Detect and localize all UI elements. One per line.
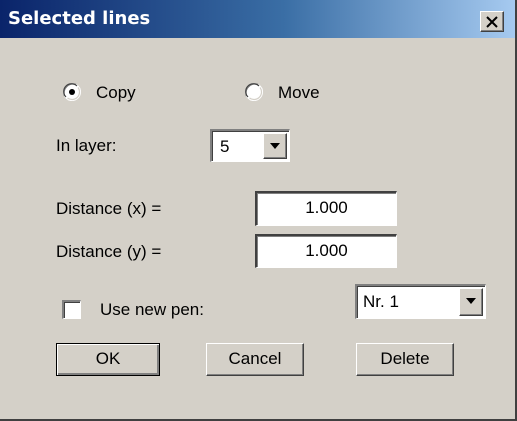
- ok-button[interactable]: OK: [56, 343, 160, 376]
- distance-y-field[interactable]: 1.000: [255, 234, 397, 268]
- layer-value: 5: [220, 137, 230, 156]
- chevron-down-icon: [270, 143, 280, 149]
- distance-y-label: Distance (y) =: [56, 242, 162, 261]
- distance-x-label: Distance (x) =: [56, 199, 162, 218]
- layer-dropdown-button[interactable]: [263, 133, 287, 159]
- selected-lines-dialog: Selected lines Copy Move In layer: 5 Dis…: [0, 0, 517, 421]
- copy-radio-icon[interactable]: [62, 82, 82, 102]
- move-radio-icon[interactable]: [244, 82, 264, 102]
- title-bar[interactable]: Selected lines: [0, 0, 515, 38]
- layer-label: In layer:: [56, 136, 117, 155]
- layer-select[interactable]: 5: [210, 129, 290, 162]
- copy-label: Copy: [96, 83, 136, 102]
- pen-dropdown-button[interactable]: [459, 288, 483, 316]
- delete-button[interactable]: Delete: [356, 343, 454, 376]
- cancel-button[interactable]: Cancel: [206, 343, 304, 376]
- pen-value: Nr. 1: [363, 292, 399, 311]
- close-icon: [486, 16, 498, 28]
- use-new-pen-checkbox[interactable]: [62, 300, 81, 319]
- close-button[interactable]: [480, 11, 504, 32]
- window-title: Selected lines: [8, 8, 151, 29]
- move-label: Move: [278, 83, 320, 102]
- distance-x-field[interactable]: 1.000: [255, 191, 397, 226]
- pen-select[interactable]: Nr. 1: [355, 284, 486, 319]
- chevron-down-icon: [466, 298, 476, 304]
- use-new-pen-label: Use new pen:: [100, 300, 204, 319]
